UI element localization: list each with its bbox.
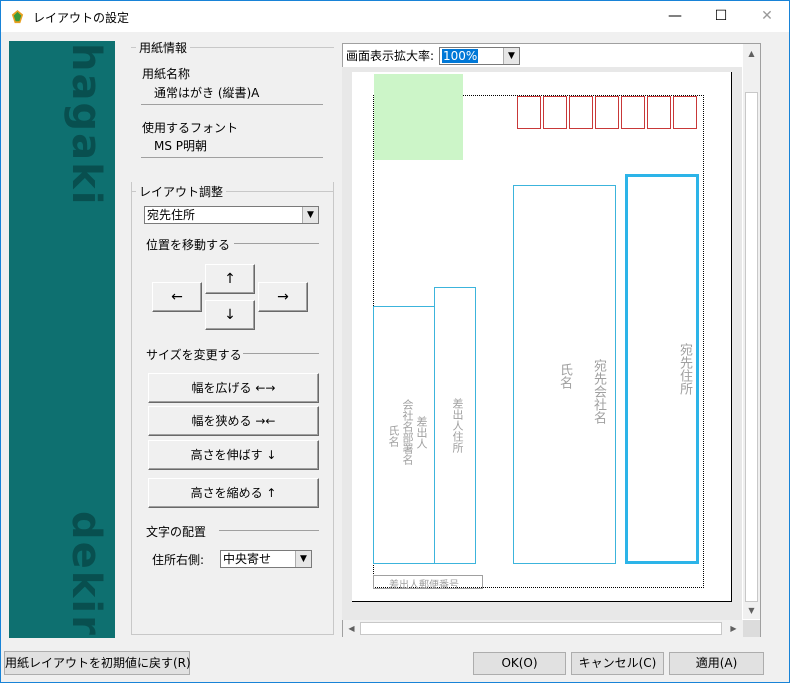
chevron-down-icon[interactable]: ▼ bbox=[503, 48, 519, 64]
sender-company-line1: 差出人 bbox=[415, 416, 428, 449]
chevron-down-icon[interactable]: ▼ bbox=[295, 551, 311, 567]
zip-digit-box bbox=[517, 96, 541, 129]
sender-name-label: 氏名 bbox=[387, 425, 400, 447]
sender-address-label: 差出人住所 bbox=[451, 398, 464, 453]
minimize-button[interactable]: — bbox=[652, 1, 698, 32]
layout-settings-window: レイアウトの設定 — ☐ ✕ hagaki dekiru 用紙情報 用紙名称 通… bbox=[0, 0, 790, 683]
widen-button[interactable]: 幅を広げる ←→ bbox=[148, 373, 319, 403]
taller-button[interactable]: 高さを伸ばす ↓ bbox=[148, 440, 319, 470]
brand-banner: hagaki dekiru bbox=[9, 41, 115, 638]
apply-button[interactable]: 適用(A) bbox=[669, 652, 764, 675]
divider bbox=[219, 530, 319, 531]
move-down-button[interactable]: ↓ bbox=[205, 300, 255, 330]
zoom-label: 画面表示拡大率: bbox=[346, 49, 435, 63]
move-left-button[interactable]: ← bbox=[152, 282, 202, 312]
divider bbox=[243, 353, 319, 354]
zip-digit-box bbox=[673, 96, 697, 129]
scroll-corner bbox=[743, 620, 760, 637]
text-section-label: 文字の配置 bbox=[146, 525, 207, 539]
alignment-value: 中央寄せ bbox=[223, 552, 272, 566]
scroll-right-arrow-icon[interactable]: ▶ bbox=[725, 620, 742, 637]
zoom-value: 100% bbox=[442, 49, 479, 63]
zip-digit-box bbox=[595, 96, 619, 129]
horizontal-scroll-thumb[interactable] bbox=[360, 622, 722, 635]
alignment-select[interactable]: 中央寄せ ▼ bbox=[220, 550, 312, 568]
zoom-select[interactable]: 100% ▼ bbox=[439, 47, 520, 65]
ok-button[interactable]: OK(O) bbox=[473, 652, 566, 675]
maximize-button[interactable]: ☐ bbox=[698, 1, 744, 32]
narrow-button[interactable]: 幅を狭める →← bbox=[148, 406, 319, 436]
divider bbox=[234, 243, 319, 244]
banner-word-bottom: dekiru bbox=[63, 511, 109, 638]
app-icon bbox=[11, 9, 24, 24]
window-title: レイアウトの設定 bbox=[33, 11, 130, 25]
target-field-select[interactable]: 宛先住所 ▼ bbox=[144, 206, 319, 224]
divider bbox=[141, 157, 323, 158]
banner-word-top: hagaki bbox=[63, 43, 109, 207]
vertical-scroll-thumb[interactable] bbox=[745, 92, 758, 602]
zip-digit-box bbox=[621, 96, 645, 129]
close-button[interactable]: ✕ bbox=[744, 1, 790, 32]
shorter-button[interactable]: 高さを縮める ↑ bbox=[148, 478, 319, 508]
layout-adjust-title: レイアウト調整 bbox=[136, 183, 227, 200]
zip-digit-box bbox=[543, 96, 567, 129]
recipient-name-label: 氏名 bbox=[557, 363, 572, 389]
stamp-area bbox=[374, 74, 463, 160]
zip-digit-box bbox=[647, 96, 671, 129]
scroll-down-arrow-icon[interactable]: ▼ bbox=[743, 602, 760, 619]
move-up-button[interactable]: ↑ bbox=[205, 264, 255, 294]
paper-info-title: 用紙情報 bbox=[136, 39, 191, 56]
zip-digit-box bbox=[569, 96, 593, 129]
title-bar[interactable]: レイアウトの設定 — ☐ ✕ bbox=[1, 1, 789, 32]
cancel-button[interactable]: キャンセル(C) bbox=[571, 652, 664, 675]
sender-zip-label: 差出人郵便番号 bbox=[389, 580, 459, 591]
size-section-label: サイズを変更する bbox=[146, 348, 242, 362]
font-label: 使用するフォント bbox=[142, 121, 239, 135]
reset-layout-button[interactable]: 用紙レイアウトを初期値に戻す(R) bbox=[4, 651, 191, 675]
move-section-label: 位置を移動する bbox=[146, 238, 231, 252]
move-right-button[interactable]: → bbox=[258, 282, 308, 312]
font-value: MS P明朝 bbox=[154, 139, 208, 153]
chevron-down-icon[interactable]: ▼ bbox=[302, 207, 318, 223]
recipient-address-label: 宛先住所 bbox=[677, 343, 692, 395]
sender-company-line2: 会社名部署名 bbox=[401, 399, 414, 465]
alignment-label: 住所右側: bbox=[152, 553, 205, 567]
recipient-company-label: 宛先会社名 bbox=[591, 359, 606, 424]
divider bbox=[141, 104, 323, 105]
scroll-up-arrow-icon[interactable]: ▲ bbox=[743, 45, 760, 62]
target-field-value: 宛先住所 bbox=[147, 208, 196, 222]
scroll-left-arrow-icon[interactable]: ◀ bbox=[343, 620, 360, 637]
paper-name-value: 通常はがき (縦書)A bbox=[154, 86, 260, 100]
paper-name-label: 用紙名称 bbox=[142, 67, 191, 81]
